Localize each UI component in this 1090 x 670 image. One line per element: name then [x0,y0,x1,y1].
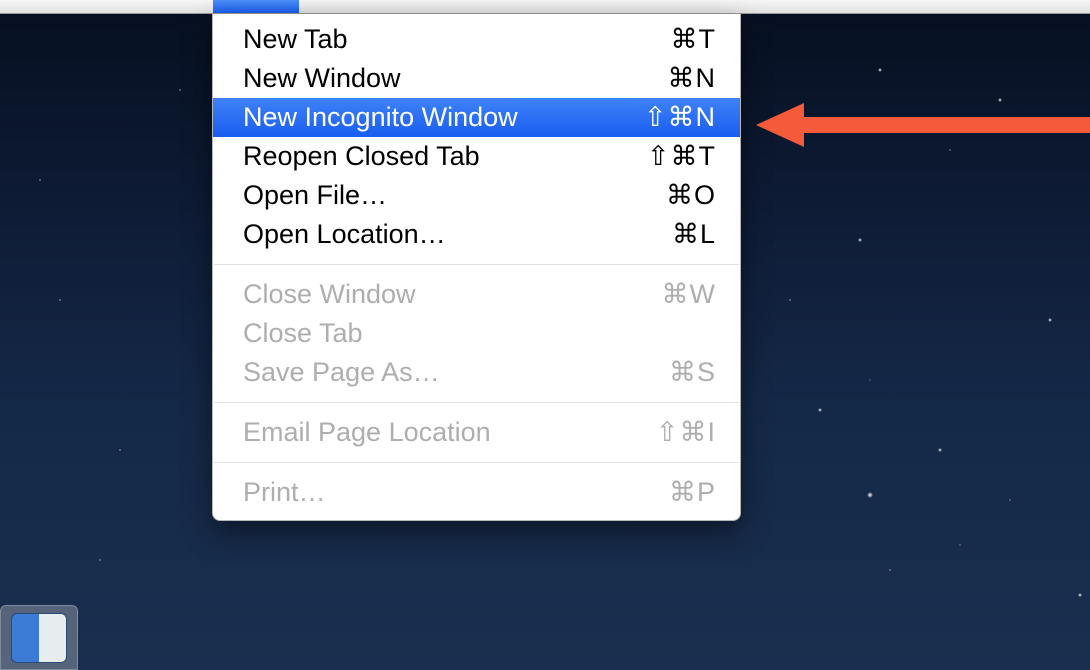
menu-item-shortcut: ⇧⌘I [656,416,716,449]
menu-item-label: New Incognito Window [243,101,518,134]
menu-item-print: Print… ⌘P [213,473,740,512]
menu-separator [214,264,739,265]
menubar[interactable] [0,0,1090,14]
menu-item-open-file[interactable]: Open File… ⌘O [213,176,740,215]
menu-item-label: Close Tab [243,317,363,350]
menu-separator [214,462,739,463]
menu-item-shortcut: ⌘T [671,23,717,56]
menu-item-save-page-as: Save Page As… ⌘S [213,353,740,392]
menu-item-close-window: Close Window ⌘W [213,275,740,314]
menu-item-open-location[interactable]: Open Location… ⌘L [213,215,740,254]
menu-item-label: Print… [243,476,326,509]
menu-item-shortcut: ⌘N [668,62,717,95]
dock-finder[interactable] [0,605,78,670]
menu-item-shortcut: ⇧⌘N [644,101,716,134]
menu-item-shortcut: ⌘P [669,476,716,509]
menu-item-label: Save Page As… [243,356,440,389]
menu-item-new-window[interactable]: New Window ⌘N [213,59,740,98]
finder-icon [11,613,67,663]
menu-item-new-incognito-window[interactable]: New Incognito Window ⇧⌘N [213,98,740,137]
menu-item-shortcut: ⌘O [666,179,716,212]
menu-item-label: New Tab [243,23,348,56]
menu-item-reopen-closed-tab[interactable]: Reopen Closed Tab ⇧⌘T [213,137,740,176]
menu-item-shortcut: ⌘S [669,356,716,389]
menu-item-shortcut: ⇧⌘T [647,140,716,173]
menu-item-label: Reopen Closed Tab [243,140,480,173]
menu-item-label: Email Page Location [243,416,491,449]
menu-item-new-tab[interactable]: New Tab ⌘T [213,20,740,59]
menu-item-label: New Window [243,62,401,95]
menu-item-shortcut: ⌘W [662,278,716,311]
menubar-file-highlight[interactable] [213,0,299,13]
menu-item-label: Close Window [243,278,416,311]
file-menu-dropdown: New Tab⌘TNew Window⌘NNew Incognito Windo… [212,14,741,521]
menu-item-close-tab: Close Tab [213,314,740,353]
menu-item-email-page-location: Email Page Location ⇧⌘I [213,413,740,452]
menu-item-label: Open File… [243,179,387,212]
menu-separator [214,402,739,403]
menu-item-shortcut: ⌘L [672,218,716,251]
menu-item-label: Open Location… [243,218,446,251]
